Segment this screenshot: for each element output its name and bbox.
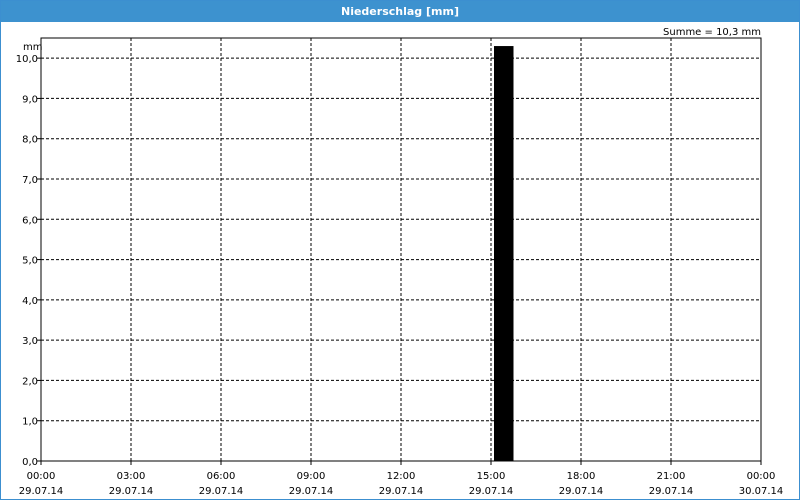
x-tick-time: 09:00 — [297, 471, 326, 482]
x-tick-date: 29.07.14 — [109, 486, 154, 497]
summary-label: Summe = 10,3 mm — [663, 27, 761, 38]
y-tick-label: 0,0 — [22, 457, 38, 468]
x-tick-date: 29.07.14 — [379, 486, 424, 497]
y-tick-label: 2,0 — [22, 376, 38, 387]
x-tick-date: 30.07.14 — [739, 486, 784, 497]
y-tick-label: 6,0 — [22, 215, 38, 226]
bars-layer — [494, 46, 514, 462]
x-tick-time: 15:00 — [477, 471, 506, 482]
x-tick-time: 00:00 — [747, 471, 776, 482]
x-tick-time: 21:00 — [657, 471, 686, 482]
y-tick-label: 4,0 — [22, 296, 38, 307]
x-tick-time: 03:00 — [117, 471, 146, 482]
precipitation-chart: 0,0 1,0 2,0 3,0 4,0 5,0 6,0 7,0 8,0 9,0 10,0 00:00 2… — [16, 27, 784, 497]
x-tick-time: 00:00 — [27, 471, 56, 482]
x-tick-date: 29.07.14 — [559, 486, 604, 497]
x-tick-date: 29.07.14 — [199, 486, 244, 497]
x-tick-date: 29.07.14 — [19, 486, 64, 497]
x-tick-time: 06:00 — [207, 471, 236, 482]
x-tick-time: 12:00 — [387, 471, 416, 482]
y-tick-label: 9,0 — [22, 94, 38, 105]
y-tick-label: 7,0 — [22, 175, 38, 186]
y-tick-label: 3,0 — [22, 336, 38, 347]
y-tick-label: 10,0 — [16, 54, 38, 65]
y-axis-label: mm — [23, 42, 42, 53]
grid-lines — [41, 38, 761, 461]
x-tick-time: 18:00 — [567, 471, 596, 482]
y-tick-label: 5,0 — [22, 256, 38, 267]
y-tick-label: 8,0 — [22, 135, 38, 146]
precipitation-bar — [494, 46, 514, 462]
x-tick-date: 29.07.14 — [289, 486, 334, 497]
x-tick-date: 29.07.14 — [649, 486, 694, 497]
x-tick-date: 29.07.14 — [469, 486, 514, 497]
y-tick-label: 1,0 — [22, 417, 38, 428]
axes-layer — [37, 37, 762, 465]
